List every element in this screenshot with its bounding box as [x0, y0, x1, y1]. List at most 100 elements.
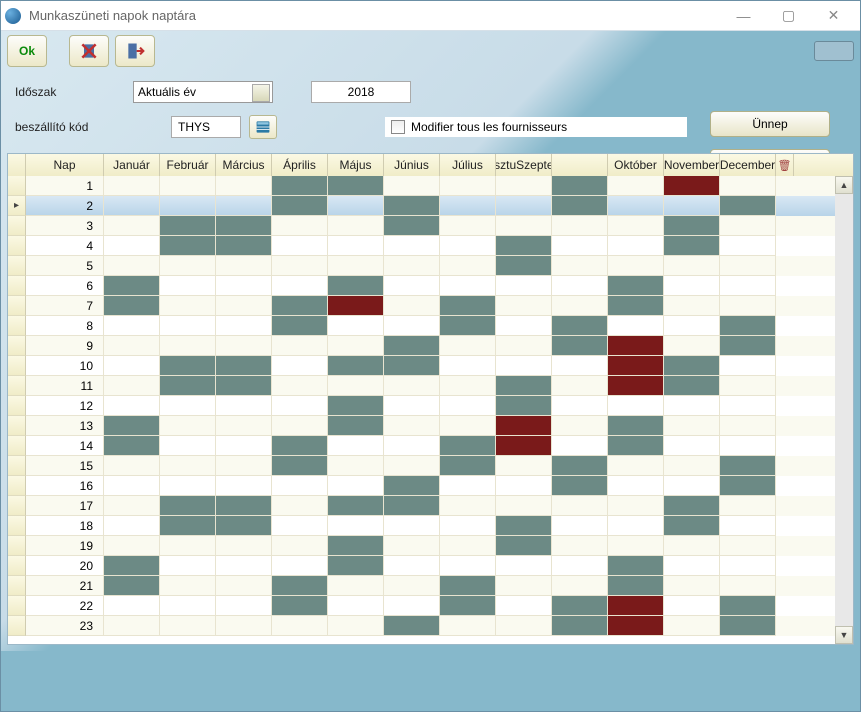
grid-row[interactable]: 9: [8, 336, 835, 356]
calendar-cell[interactable]: [552, 256, 608, 276]
calendar-cell[interactable]: [328, 476, 384, 496]
row-marker[interactable]: [8, 596, 26, 616]
calendar-cell[interactable]: [272, 496, 328, 516]
calendar-cell[interactable]: [104, 176, 160, 196]
calendar-cell[interactable]: [272, 536, 328, 556]
calendar-cell[interactable]: [608, 256, 664, 276]
calendar-cell[interactable]: [160, 176, 216, 196]
calendar-cell[interactable]: [552, 576, 608, 596]
calendar-cell[interactable]: [384, 356, 440, 376]
calendar-cell[interactable]: [272, 396, 328, 416]
calendar-cell[interactable]: [104, 276, 160, 296]
row-marker[interactable]: [8, 576, 26, 596]
calendar-cell[interactable]: [608, 356, 664, 376]
calendar-cell[interactable]: [664, 496, 720, 516]
calendar-cell[interactable]: [384, 176, 440, 196]
calendar-cell[interactable]: [496, 436, 552, 456]
calendar-cell[interactable]: [104, 436, 160, 456]
calendar-cell[interactable]: [720, 556, 776, 576]
calendar-cell[interactable]: [720, 176, 776, 196]
grid-row[interactable]: 14: [8, 436, 835, 456]
calendar-cell[interactable]: [440, 396, 496, 416]
delete-button[interactable]: [69, 35, 109, 67]
calendar-cell[interactable]: [104, 476, 160, 496]
calendar-cell[interactable]: [216, 556, 272, 576]
grid-row[interactable]: 8: [8, 316, 835, 336]
calendar-cell[interactable]: [328, 296, 384, 316]
calendar-cell[interactable]: [160, 216, 216, 236]
calendar-cell[interactable]: [720, 596, 776, 616]
calendar-cell[interactable]: [440, 516, 496, 536]
calendar-cell[interactable]: [216, 536, 272, 556]
row-marker[interactable]: [8, 176, 26, 196]
calendar-cell[interactable]: [440, 356, 496, 376]
calendar-cell[interactable]: [272, 376, 328, 396]
col-dec[interactable]: December: [720, 154, 776, 176]
calendar-cell[interactable]: [216, 296, 272, 316]
calendar-cell[interactable]: [720, 536, 776, 556]
calendar-cell[interactable]: [328, 256, 384, 276]
calendar-cell[interactable]: [160, 556, 216, 576]
row-marker[interactable]: [8, 416, 26, 436]
calendar-cell[interactable]: [720, 256, 776, 276]
calendar-cell[interactable]: [216, 576, 272, 596]
calendar-cell[interactable]: [608, 436, 664, 456]
calendar-cell[interactable]: [328, 316, 384, 336]
calendar-cell[interactable]: [440, 536, 496, 556]
grid-row[interactable]: 12: [8, 396, 835, 416]
calendar-cell[interactable]: [440, 236, 496, 256]
exit-button[interactable]: [115, 35, 155, 67]
calendar-cell[interactable]: [552, 456, 608, 476]
calendar-cell[interactable]: [160, 316, 216, 336]
grid-row[interactable]: 22: [8, 596, 835, 616]
grid-row[interactable]: 21: [8, 576, 835, 596]
calendar-cell[interactable]: [104, 616, 160, 636]
calendar-cell[interactable]: [608, 516, 664, 536]
calendar-cell[interactable]: [552, 536, 608, 556]
calendar-cell[interactable]: [720, 356, 776, 376]
calendar-cell[interactable]: [496, 556, 552, 576]
calendar-cell[interactable]: [384, 216, 440, 236]
calendar-cell[interactable]: [440, 376, 496, 396]
calendar-cell[interactable]: [664, 396, 720, 416]
calendar-cell[interactable]: [384, 276, 440, 296]
calendar-cell[interactable]: [272, 316, 328, 336]
calendar-cell[interactable]: [720, 276, 776, 296]
calendar-cell[interactable]: [216, 316, 272, 336]
calendar-cell[interactable]: [160, 496, 216, 516]
calendar-cell[interactable]: [664, 436, 720, 456]
calendar-cell[interactable]: [272, 516, 328, 536]
calendar-cell[interactable]: [216, 496, 272, 516]
calendar-cell[interactable]: [664, 596, 720, 616]
calendar-cell[interactable]: [552, 356, 608, 376]
calendar-cell[interactable]: [440, 576, 496, 596]
calendar-cell[interactable]: [272, 416, 328, 436]
calendar-cell[interactable]: [384, 376, 440, 396]
supplier-lookup-button[interactable]: [249, 115, 277, 139]
calendar-cell[interactable]: [664, 416, 720, 436]
calendar-cell[interactable]: [496, 476, 552, 496]
calendar-cell[interactable]: [664, 276, 720, 296]
calendar-cell[interactable]: [664, 556, 720, 576]
calendar-cell[interactable]: [160, 596, 216, 616]
calendar-cell[interactable]: [328, 236, 384, 256]
calendar-cell[interactable]: [216, 336, 272, 356]
row-marker[interactable]: [8, 556, 26, 576]
calendar-cell[interactable]: [720, 396, 776, 416]
calendar-cell[interactable]: [216, 516, 272, 536]
calendar-cell[interactable]: [552, 276, 608, 296]
calendar-cell[interactable]: [720, 336, 776, 356]
calendar-cell[interactable]: [720, 436, 776, 456]
calendar-cell[interactable]: [384, 256, 440, 276]
calendar-cell[interactable]: [664, 336, 720, 356]
calendar-cell[interactable]: [272, 336, 328, 356]
scroll-up-icon[interactable]: ▲: [835, 176, 853, 194]
calendar-cell[interactable]: [664, 476, 720, 496]
calendar-cell[interactable]: [496, 356, 552, 376]
calendar-cell[interactable]: [216, 196, 272, 216]
grid-row[interactable]: 16: [8, 476, 835, 496]
calendar-cell[interactable]: [384, 476, 440, 496]
grid-row[interactable]: 20: [8, 556, 835, 576]
calendar-cell[interactable]: [608, 596, 664, 616]
grid-row[interactable]: 3: [8, 216, 835, 236]
